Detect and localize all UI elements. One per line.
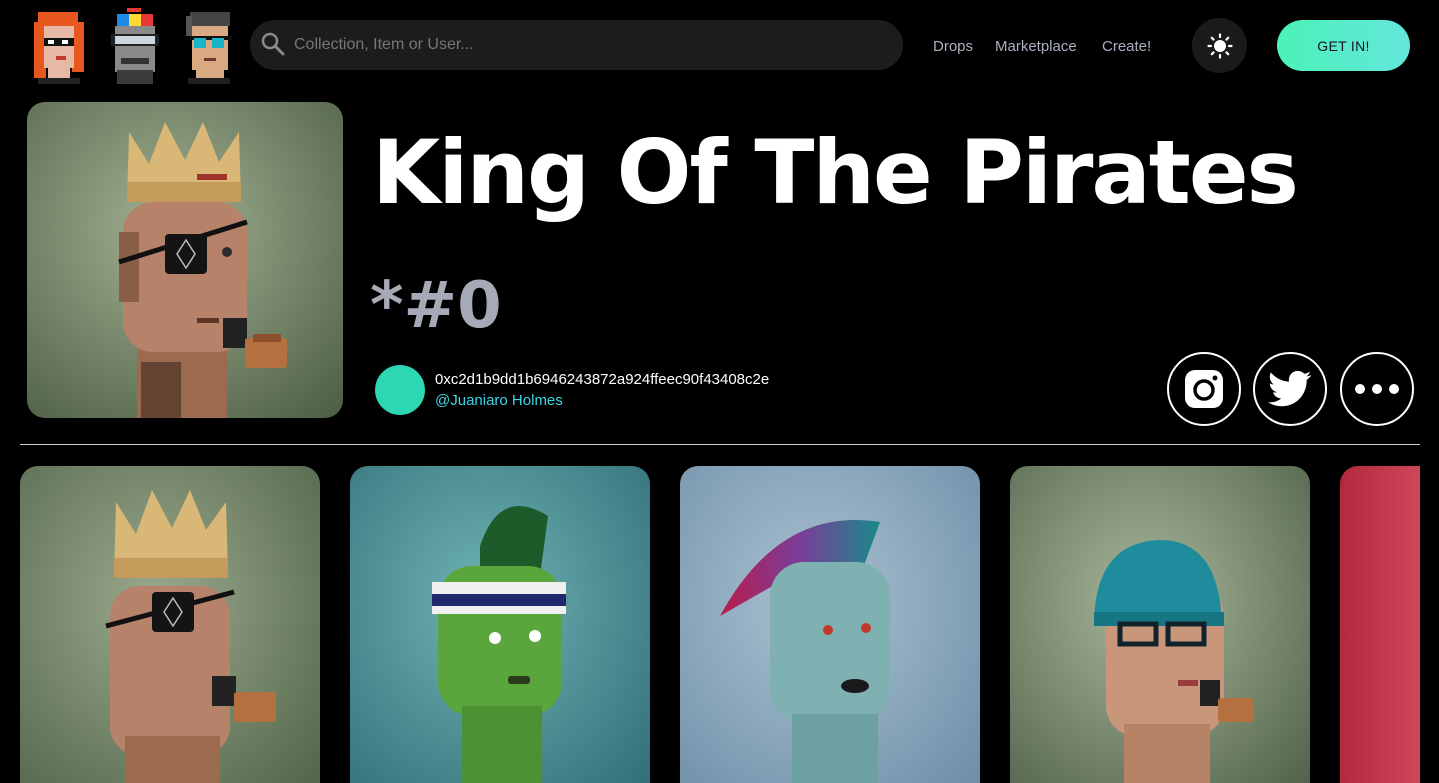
red-card[interactable] bbox=[1340, 466, 1420, 783]
more-options-icon bbox=[1354, 383, 1400, 395]
owner-handle-link[interactable]: @Juaniaro Holmes bbox=[435, 392, 563, 409]
propeller-cap-punk-icon bbox=[105, 8, 163, 84]
owner-address: 0xc2d1b9dd1b6946243872a924ffeec90f43408c… bbox=[435, 371, 770, 388]
nft-main-image bbox=[27, 102, 343, 418]
owner-avatar[interactable] bbox=[375, 365, 425, 415]
search-bar[interactable] bbox=[250, 20, 903, 70]
nav-marketplace[interactable]: Marketplace bbox=[995, 37, 1077, 57]
glasses-punk-icon bbox=[180, 8, 238, 84]
twitter-icon bbox=[1268, 370, 1312, 408]
logo[interactable] bbox=[30, 8, 232, 84]
token-id: *#0 bbox=[370, 269, 502, 343]
green-mohawk-card[interactable] bbox=[350, 466, 650, 783]
search-input[interactable] bbox=[294, 20, 884, 70]
search-icon bbox=[260, 31, 286, 57]
more-options-button[interactable] bbox=[1340, 352, 1414, 426]
teal-beanie-card[interactable] bbox=[1010, 466, 1310, 783]
theme-toggle-button[interactable] bbox=[1192, 18, 1247, 73]
instagram-button[interactable] bbox=[1167, 352, 1241, 426]
rainbow-hair-card[interactable] bbox=[680, 466, 980, 783]
collection-carousel bbox=[20, 466, 1420, 783]
item-title: King Of The Pirates bbox=[372, 121, 1299, 224]
red-hair-punk-icon bbox=[30, 8, 88, 84]
twitter-button[interactable] bbox=[1253, 352, 1327, 426]
nav-create[interactable]: Create! bbox=[1102, 37, 1151, 57]
nav-drops[interactable]: Drops bbox=[933, 37, 973, 57]
get-in-button[interactable]: GET IN! bbox=[1277, 20, 1410, 71]
sun-icon bbox=[1206, 32, 1233, 59]
instagram-icon bbox=[1183, 368, 1225, 410]
pirate-king-card[interactable] bbox=[20, 466, 320, 783]
section-divider bbox=[20, 444, 1420, 445]
